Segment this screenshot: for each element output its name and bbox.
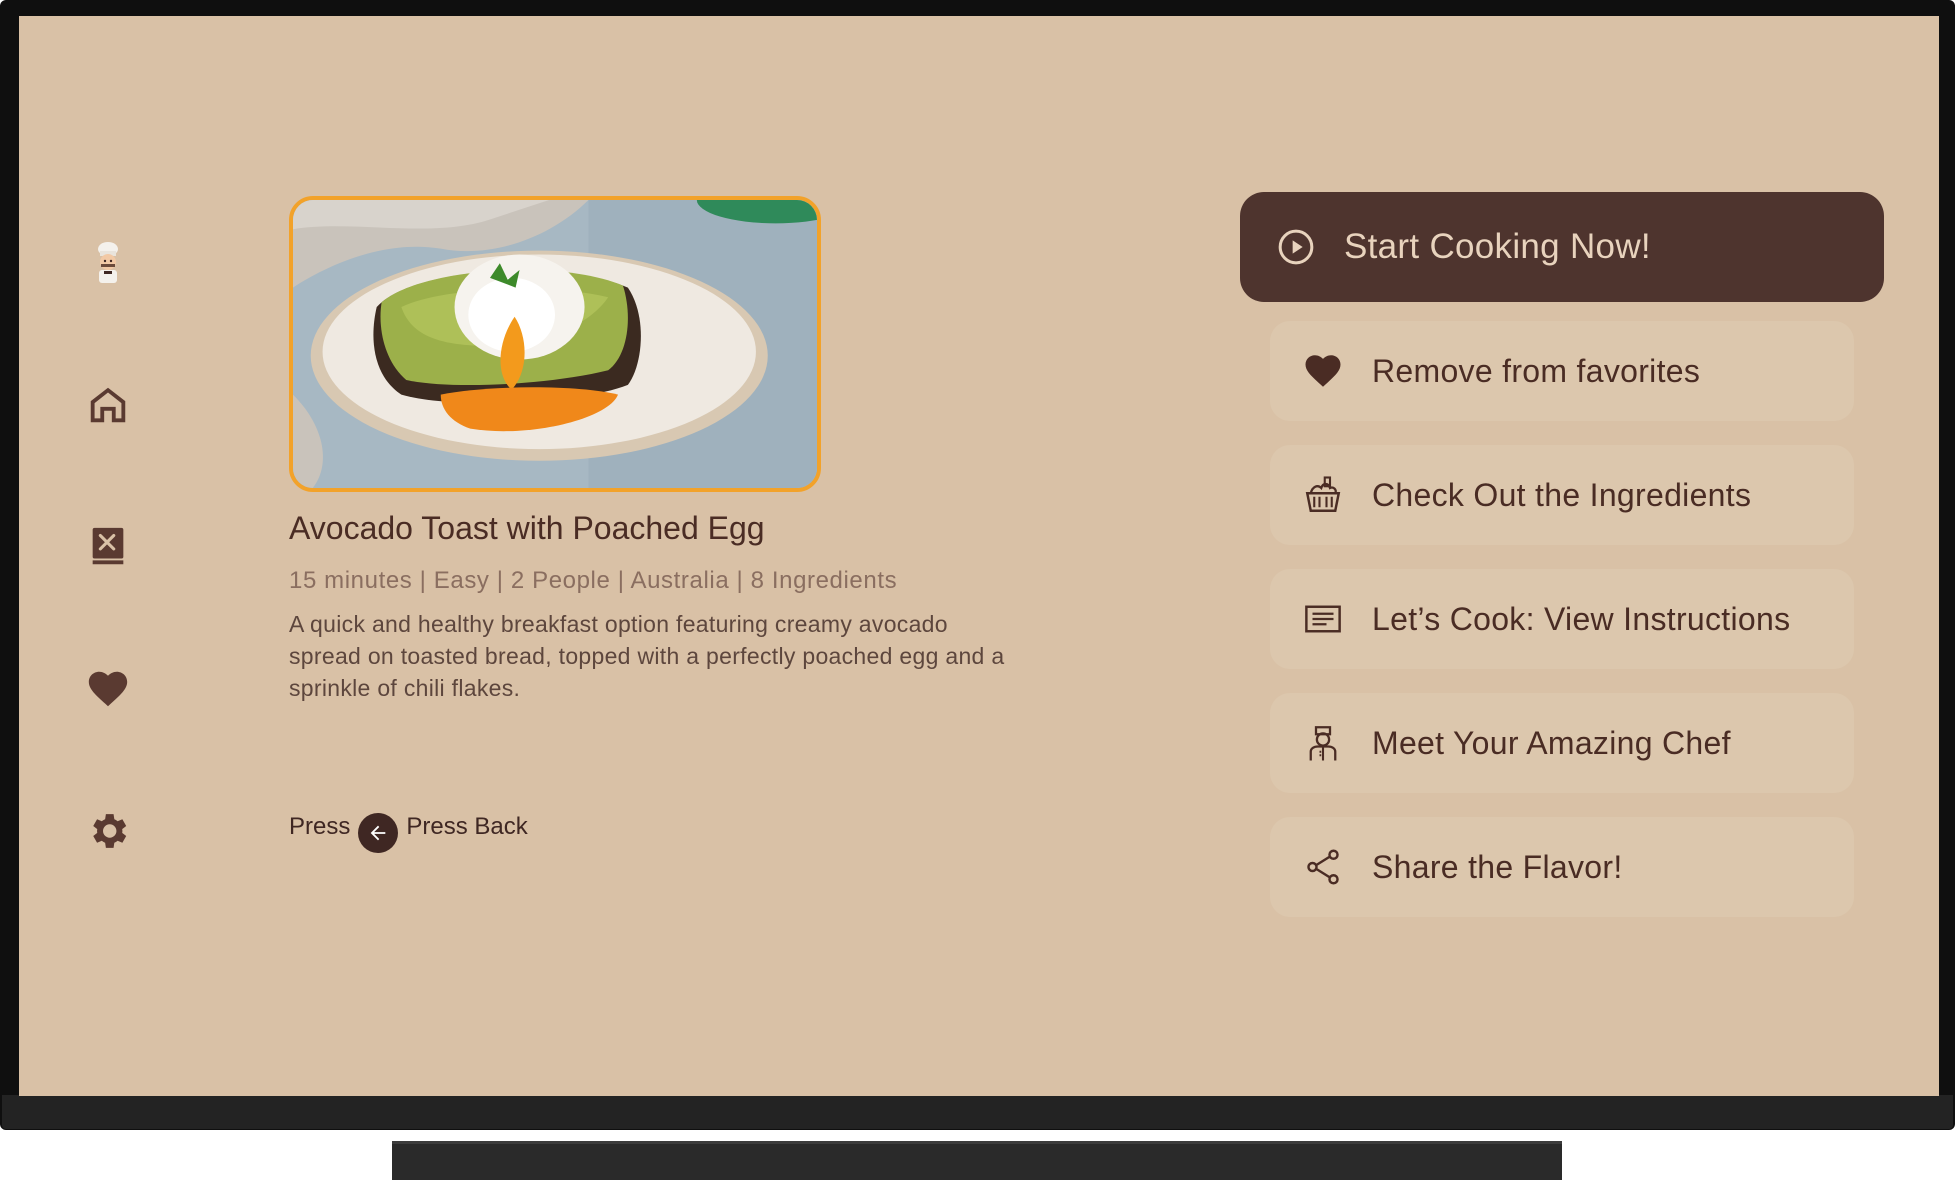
basket-icon (1302, 474, 1344, 516)
chef-icon (1302, 722, 1344, 764)
recipe-description: A quick and healthy breakfast option fea… (289, 611, 1005, 701)
share-icon (1302, 846, 1344, 888)
chef-avatar-icon (98, 242, 118, 283)
heart-icon (88, 671, 128, 707)
remove-favorites-label: Remove from favorites (1372, 352, 1701, 389)
home-icon (90, 387, 126, 423)
meet-chef-label: Meet Your Amazing Chef (1372, 724, 1731, 761)
play-circle-icon (1276, 227, 1316, 267)
start-cooking-label: Start Cooking Now! (1344, 227, 1651, 266)
remove-favorites-button[interactable]: Remove from favorites (1270, 321, 1854, 421)
ingredients-button[interactable]: Check Out the Ingredients (1270, 445, 1854, 545)
nav-settings[interactable] (65, 788, 151, 874)
instructions-label: Let’s Cook: View Instructions (1372, 600, 1791, 637)
arrow-left-icon (371, 825, 386, 841)
nav-favorites[interactable] (65, 646, 151, 732)
start-cooking-button[interactable]: Start Cooking Now! (1240, 192, 1884, 302)
share-button[interactable]: Share the Flavor! (1270, 817, 1854, 917)
nav-chef-avatar[interactable] (65, 220, 151, 306)
back-hint-suffix: Press Back (406, 813, 528, 840)
gear-icon (93, 814, 127, 848)
nav-recipes[interactable] (65, 504, 151, 590)
tv-bezel-bottom (2, 1095, 1953, 1129)
tv-stand (392, 1141, 1562, 1180)
instructions-button[interactable]: Let’s Cook: View Instructions (1270, 569, 1854, 669)
instructions-icon (1302, 598, 1344, 640)
recipe-meta: 15 minutes | Easy | 2 People | Australia… (289, 567, 898, 594)
recipe-title: Avocado Toast with Poached Egg (289, 510, 765, 546)
back-hint-prefix: Press (289, 813, 351, 840)
recipe-book-icon (92, 527, 124, 565)
tv-screen: Avocado Toast with Poached Egg 15 minute… (19, 16, 1939, 1096)
back-hint: Press Press Back (289, 801, 528, 853)
share-label: Share the Flavor! (1372, 848, 1623, 885)
ingredients-label: Check Out the Ingredients (1372, 476, 1752, 513)
recipe-photo (293, 200, 817, 488)
heart-icon (1302, 350, 1344, 392)
meet-chef-button[interactable]: Meet Your Amazing Chef (1270, 693, 1854, 793)
recipe-image[interactable] (289, 196, 821, 492)
nav-home[interactable] (65, 362, 151, 448)
back-button[interactable] (358, 813, 399, 853)
